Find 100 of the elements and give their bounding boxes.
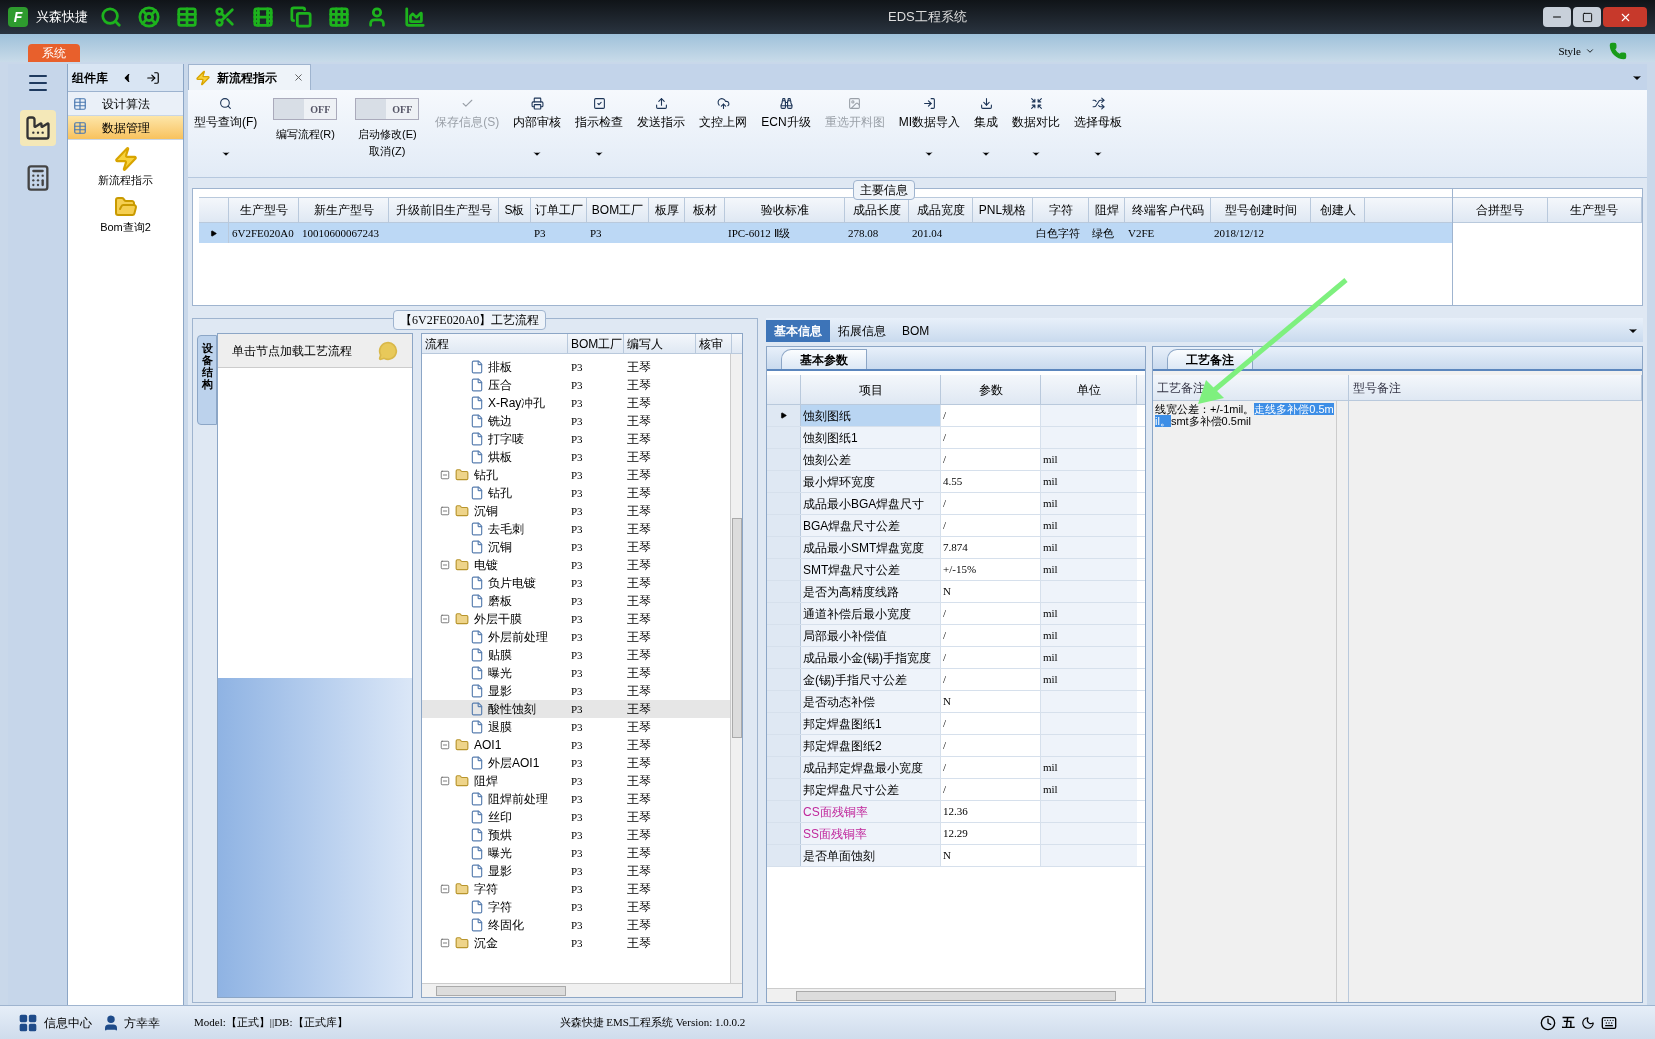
tree-row[interactable]: 贴膜 P3 王琴: [422, 646, 730, 664]
toolbar-button[interactable]: MI数据导入: [896, 94, 962, 159]
table-row[interactable]: BGA焊盘尺寸公差 / mil: [767, 515, 1145, 537]
collapse-icon[interactable]: [440, 614, 450, 624]
component-item[interactable]: 数据管理: [68, 116, 183, 140]
tree-row[interactable]: 沉金 P3 王琴: [422, 934, 730, 952]
tree-label: 打字唛: [488, 431, 524, 448]
tab[interactable]: 基本信息: [766, 320, 830, 342]
table-row[interactable]: 成品最小SMT焊盘宽度 7.874 mil: [767, 537, 1145, 559]
toolbar-button[interactable]: 指示检查: [573, 94, 626, 159]
table-row[interactable]: 金(锡)手指尺寸公差 / mil: [767, 669, 1145, 691]
tree-row[interactable]: 钻孔 P3 王琴: [422, 466, 730, 484]
tree-row[interactable]: X-Ray冲孔 P3 王琴: [422, 394, 730, 412]
toolbar-button[interactable]: 型号查询(F): [192, 94, 260, 159]
collapse-icon[interactable]: [440, 470, 450, 480]
collapse-icon[interactable]: [440, 740, 450, 750]
toolbar-button[interactable]: 数据对比: [1010, 94, 1062, 159]
tree-row[interactable]: 酸性蚀刻 P3 王琴: [422, 700, 730, 718]
tree-row[interactable]: 曝光 P3 王琴: [422, 844, 730, 862]
maximize-button[interactable]: [1573, 7, 1601, 27]
table-cell-text: P3: [571, 467, 583, 483]
table-row[interactable]: 局部最小补偿值 / mil: [767, 625, 1145, 647]
tree-row[interactable]: 字符 P3 王琴: [422, 880, 730, 898]
table-row[interactable]: 是否单面蚀刻 N: [767, 845, 1145, 867]
tree-row[interactable]: 打字唛 P3 王琴: [422, 430, 730, 448]
tree-row[interactable]: 曝光 P3 王琴: [422, 664, 730, 682]
tree-row[interactable]: 外层AOI1 P3 王琴: [422, 754, 730, 772]
tree-row[interactable]: 字符 P3 王琴: [422, 898, 730, 916]
toolbar-button[interactable]: 集成: [972, 94, 1000, 159]
tree-row[interactable]: 阻焊前处理 P3 王琴: [422, 790, 730, 808]
tree-row[interactable]: 电镀 P3 王琴: [422, 556, 730, 574]
tree-row[interactable]: 显影 P3 王琴: [422, 682, 730, 700]
section-tab[interactable]: 基本参数: [781, 349, 867, 369]
toggle-switch[interactable]: OFF: [355, 98, 420, 120]
section-tab[interactable]: 工艺备注: [1167, 349, 1253, 369]
document-tab[interactable]: 新流程指示: [188, 64, 311, 90]
ime-indicator[interactable]: 五: [1562, 1012, 1575, 1033]
tree-row[interactable]: 显影 P3 王琴: [422, 862, 730, 880]
table-row[interactable]: 通道补偿后最小宽度 / mil: [767, 603, 1145, 625]
tree-row[interactable]: 外层干膜 P3 王琴: [422, 610, 730, 628]
tree-row[interactable]: 沉铜 P3 王琴: [422, 538, 730, 556]
tool-item[interactable]: Bom查询2: [68, 194, 183, 235]
tab[interactable]: BOM: [894, 320, 938, 342]
collapse-icon[interactable]: [440, 776, 450, 786]
toolbar-button[interactable]: 内部审核: [511, 94, 564, 159]
style-menu[interactable]: Style: [1558, 42, 1595, 60]
table-cell-text: mil: [1043, 518, 1058, 534]
vertical-scrollbar[interactable]: [730, 354, 742, 983]
toolbar-button[interactable]: 发送指示: [635, 94, 688, 131]
tree-row[interactable]: 退膜 P3 王琴: [422, 718, 730, 736]
tree-row[interactable]: 阻焊 P3 王琴: [422, 772, 730, 790]
table-row[interactable]: 是否动态补偿 N: [767, 691, 1145, 713]
collapse-icon[interactable]: [440, 884, 450, 894]
tree-row[interactable]: AOI1 P3 王琴: [422, 736, 730, 754]
tree-row[interactable]: 预烘 P3 王琴: [422, 826, 730, 844]
tree-row[interactable]: 负片电镀 P3 王琴: [422, 574, 730, 592]
collapse-icon[interactable]: [440, 938, 450, 948]
table-row[interactable]: 蚀刻公差 / mil: [767, 449, 1145, 471]
table-row[interactable]: 成品邦定焊盘最小宽度 / mil: [767, 757, 1145, 779]
tree-row[interactable]: 铣边 P3 王琴: [422, 412, 730, 430]
caret-icon: [1585, 46, 1595, 56]
table-row[interactable]: 邦定焊盘尺寸公差 / mil: [767, 779, 1145, 801]
tree-row[interactable]: 去毛刺 P3 王琴: [422, 520, 730, 538]
toolbar-button[interactable]: ECN升级: [759, 94, 813, 131]
close-tab-icon[interactable]: [293, 72, 304, 83]
collapse-icon[interactable]: [440, 506, 450, 516]
tree-row[interactable]: 终固化 P3 王琴: [422, 916, 730, 934]
tree-row[interactable]: 钻孔 P3 王琴: [422, 484, 730, 502]
table-row[interactable]: 成品最小BGA焊盘尺寸 / mil: [767, 493, 1145, 515]
tree-row[interactable]: 烘板 P3 王琴: [422, 448, 730, 466]
factory-tool[interactable]: [19, 110, 56, 146]
component-item[interactable]: 设计算法: [68, 92, 183, 116]
tool-item[interactable]: 新流程指示: [68, 146, 183, 189]
table-row[interactable]: SS面残铜率 12.29: [767, 823, 1145, 845]
tree-row[interactable]: 外层前处理 P3 王琴: [422, 628, 730, 646]
table-row[interactable]: 邦定焊盘图纸1 /: [767, 713, 1145, 735]
tree-row[interactable]: 磨板 P3 王琴: [422, 592, 730, 610]
minimize-button[interactable]: [1543, 7, 1571, 27]
toolbar-button[interactable]: 文控上网: [697, 94, 750, 131]
horizontal-scrollbar[interactable]: [422, 983, 742, 997]
table-row[interactable]: 蚀刻图纸 /: [767, 405, 1145, 427]
table-row[interactable]: 蚀刻图纸1 /: [767, 427, 1145, 449]
tree-row[interactable]: 沉铜 P3 王琴: [422, 502, 730, 520]
side-tab[interactable]: 设备结构: [197, 335, 217, 425]
tab[interactable]: 拓展信息: [830, 320, 894, 342]
table-row[interactable]: CS面残铜率 12.36: [767, 801, 1145, 823]
collapse-icon[interactable]: [440, 560, 450, 570]
tree-row[interactable]: 压合 P3 王琴: [422, 376, 730, 394]
table-row[interactable]: 是否为高精度线路 N: [767, 581, 1145, 603]
table-row[interactable]: SMT焊盘尺寸公差 +/-15% mil: [767, 559, 1145, 581]
table-row[interactable]: 最小焊环宽度 4.55 mil: [767, 471, 1145, 493]
table-row[interactable]: 成品最小金(锡)手指宽度 / mil: [767, 647, 1145, 669]
table-row[interactable]: 6V2FE020A0 10010600067243 P3 P3 IPC-6012 Ⅱ级 278.08 201.04 白色字符 绿色 V2FE 2018/12/12: [199, 223, 1452, 243]
table-row[interactable]: 邦定焊盘图纸2 /: [767, 735, 1145, 757]
tree-row[interactable]: 丝印 P3 王琴: [422, 808, 730, 826]
table-cell-text: mil: [1043, 782, 1058, 798]
toolbar-button[interactable]: 选择母板: [1072, 94, 1124, 159]
horizontal-scrollbar[interactable]: [767, 988, 1145, 1002]
tree-row[interactable]: 排板 P3 王琴: [422, 358, 730, 376]
toggle-switch[interactable]: OFF: [273, 98, 338, 120]
